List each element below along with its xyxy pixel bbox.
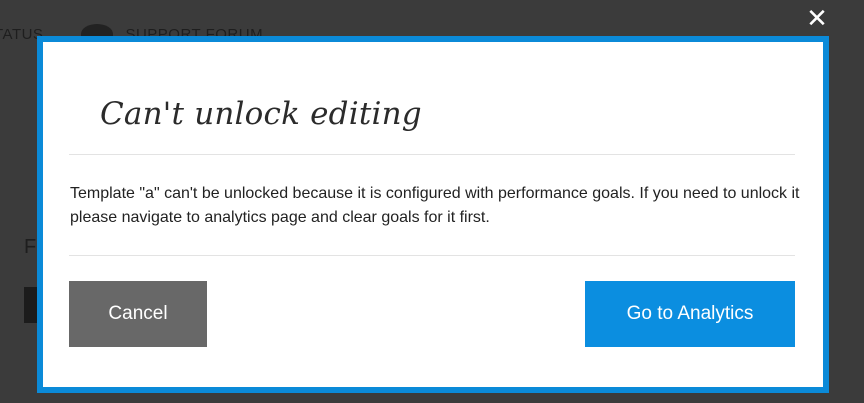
- modal-content: Can't unlock editing Template "a" can't …: [43, 42, 823, 387]
- background-heading-fragment: F: [24, 236, 37, 258]
- modal-dialog: Can't unlock editing Template "a" can't …: [37, 36, 829, 393]
- modal-message: Template "a" can't be unlocked because i…: [70, 185, 800, 226]
- modal-title: Can't unlock editing: [100, 96, 422, 132]
- title-divider: [69, 154, 795, 155]
- go-to-analytics-button[interactable]: Go to Analytics: [585, 281, 795, 347]
- footer-divider: [69, 255, 795, 256]
- close-icon[interactable]: ✕: [804, 6, 830, 32]
- cancel-button[interactable]: Cancel: [69, 281, 207, 347]
